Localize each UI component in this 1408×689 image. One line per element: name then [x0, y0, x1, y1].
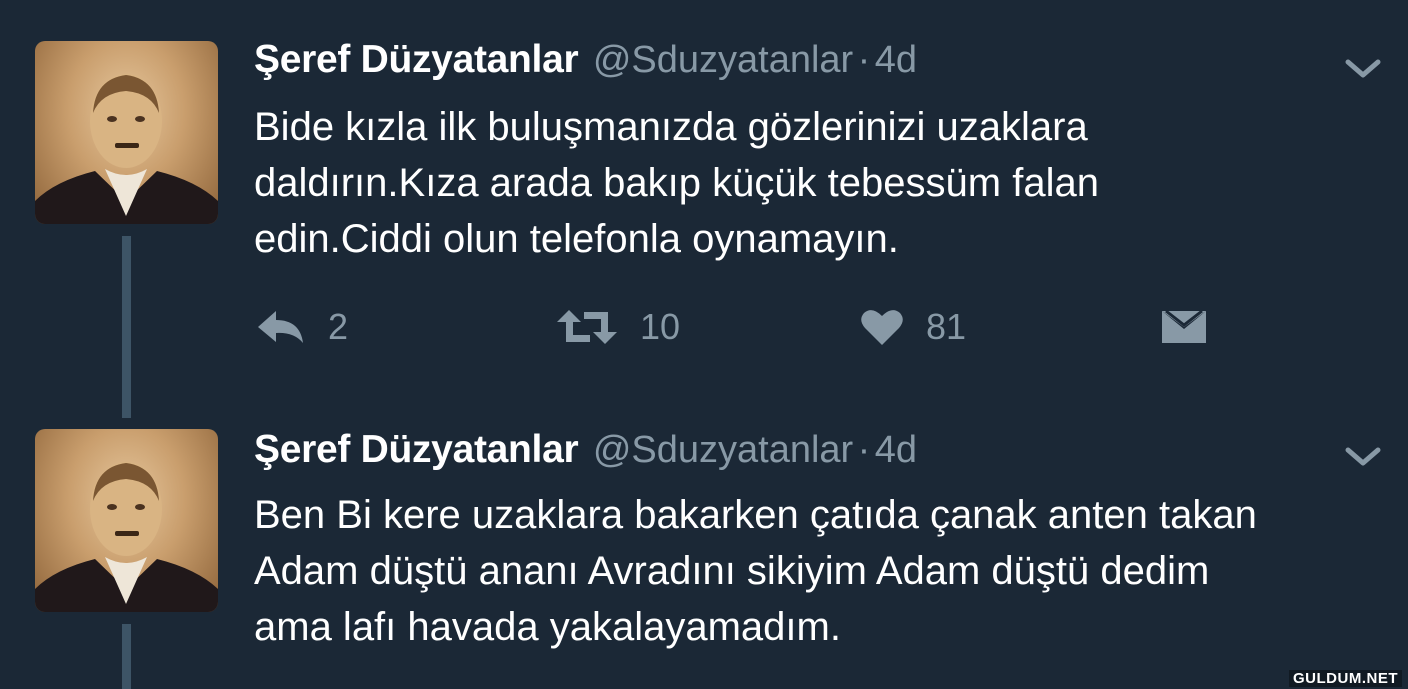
tweet-text-line: edin.Ciddi olun telefonla oynamayın.: [254, 217, 899, 261]
tweet-text: Ben Bi kere uzaklara bakarken çatıda çan…: [254, 487, 1394, 655]
reply-count: 2: [328, 306, 349, 347]
retweet-button[interactable]: 10: [556, 302, 680, 352]
chevron-down-icon[interactable]: [1344, 58, 1382, 80]
timestamp[interactable]: 4d: [875, 429, 917, 471]
thread-line: [122, 624, 131, 689]
tweet-text-line: ama lafı havada yakalayamadım.: [254, 605, 841, 649]
user-name[interactable]: Şeref Düzyatanlar: [254, 428, 579, 471]
tweet-actions: 2 10 81: [254, 302, 1254, 352]
separator-dot: ·: [857, 39, 871, 81]
tweet-header: Şeref Düzyatanlar @Sduzyatanlar · 4d: [254, 428, 917, 472]
tweet-text-line: daldırın.Kıza arada bakıp küçük tebessüm…: [254, 161, 1099, 205]
separator-dot: ·: [857, 429, 871, 471]
like-count: 81: [926, 306, 967, 347]
chevron-down-icon[interactable]: [1344, 446, 1382, 468]
user-name[interactable]: Şeref Düzyatanlar: [254, 38, 579, 81]
like-button[interactable]: 81: [860, 302, 966, 352]
tweet-text-line: Bide kızla ilk buluşmanızda gözlerinizi …: [254, 105, 1088, 149]
reply-icon: [256, 307, 306, 347]
timestamp[interactable]: 4d: [875, 39, 917, 81]
avatar[interactable]: [35, 41, 218, 224]
tweet[interactable]: Şeref Düzyatanlar @Sduzyatanlar · 4d Bid…: [0, 0, 1408, 420]
avatar[interactable]: [35, 429, 218, 612]
thread-line: [122, 236, 131, 418]
tweet-text-line: Adam düştü ananı Avradını sikiyim Adam d…: [254, 549, 1210, 593]
tweet[interactable]: Şeref Düzyatanlar @Sduzyatanlar · 4d Ben…: [0, 420, 1408, 689]
user-handle[interactable]: @Sduzyatanlar: [593, 429, 853, 471]
tweet-text: Bide kızla ilk buluşmanızda gözlerinizi …: [254, 99, 1394, 267]
heart-icon: [860, 307, 904, 347]
reply-button[interactable]: 2: [256, 302, 348, 352]
user-handle[interactable]: @Sduzyatanlar: [593, 39, 853, 81]
retweet-count: 10: [640, 306, 681, 347]
tweet-header: Şeref Düzyatanlar @Sduzyatanlar · 4d: [254, 38, 917, 82]
watermark: GULDUM.NET: [1289, 670, 1402, 687]
retweet-icon: [556, 307, 618, 347]
envelope-icon: [1160, 307, 1208, 347]
tweet-text-line: Ben Bi kere uzaklara bakarken çatıda çan…: [254, 493, 1257, 537]
direct-message-button[interactable]: [1160, 302, 1208, 352]
